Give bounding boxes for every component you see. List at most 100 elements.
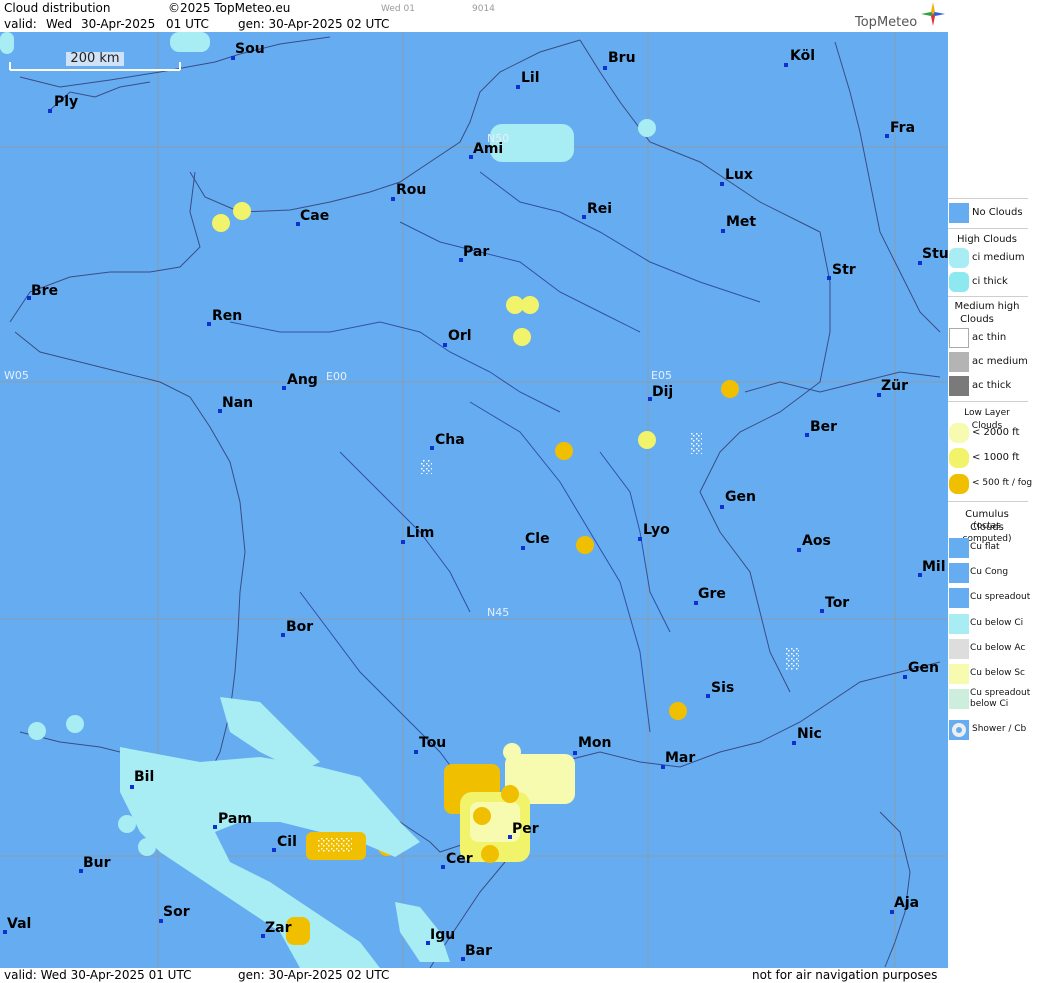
city-label: Mil [922,559,946,575]
ci-medium-swatch [949,248,969,268]
ac-medium-swatch [949,352,969,372]
legend-cu-flat: Cu flat [948,537,1028,559]
city-label: Sou [235,41,265,57]
cu-cong-swatch [949,563,969,583]
legend-label: < 1000 ft [972,452,1020,463]
brand-name: TopMeteo [855,15,918,30]
city-label: Ply [54,94,79,110]
topmeteo-logo-icon [921,2,945,26]
cu-below-sc-swatch [949,664,969,684]
city-label: Cae [300,208,330,224]
city-label: Tor [825,595,850,611]
legend-label: ac thin [972,332,1007,343]
city-label: Bar [465,943,493,959]
legend-label: < 500 ft / fog [972,478,1033,488]
city-label: Bre [31,283,59,299]
city-label: Lim [406,525,435,541]
legend-label: ac thick [972,380,1012,391]
city-label: Mar [665,750,696,766]
legend-label: ac medium [972,356,1028,367]
city-label: Zar [265,920,292,936]
coord-e00: E00 [326,370,347,383]
cloud-map: W05 E00 E05 N50 N45 200 km Sou Ply Lil B… [0,32,948,968]
city-label: Ang [287,372,318,388]
city-label: Aja [894,895,920,911]
city-label: Aos [802,533,831,549]
city-label: Nic [797,726,822,742]
legend-ci-thick: ci thick [948,271,1028,293]
map-title: Cloud distribution [4,1,111,15]
copyright: ©2025 TopMeteo.eu [168,1,291,15]
city-label: Tou [419,735,447,751]
city-label: Zür [881,378,909,394]
city-label: Lil [521,70,540,86]
no-clouds-swatch [949,203,969,223]
city-label: Sor [163,904,190,920]
legend-low-2000: < 2000 ft [948,422,1028,444]
legend-medium-title-2: Clouds [960,314,994,325]
shower-icon [952,723,966,737]
valid-time: 01 UTC [166,17,209,31]
legend-cu-below-ci: Cu below Ci [948,613,1028,635]
city-label: Rou [396,182,427,198]
city-label: Val [7,916,32,932]
legend-label: Cu below Sc [970,668,1025,678]
high-cloud-patches [0,32,656,968]
city-label: Orl [448,328,472,344]
city-label: Gen [908,660,939,676]
legend-cu-spread: Cu spreadout [948,587,1031,609]
city-label: Köl [790,48,816,64]
city-label: Gre [698,586,726,602]
ac-thin-swatch [949,328,969,348]
city-label: Cil [277,834,297,850]
legend-label: Cu Cong [970,567,1009,577]
legend-label: Cu flat [970,542,1000,552]
legend-high-title: High Clouds [957,234,1017,245]
cu-spread-swatch [949,588,969,608]
coord-e05: E05 [651,369,672,382]
valid-date: 30-Apr-2025 [81,17,156,31]
city-label: Met [726,214,757,230]
city-label: Cle [525,531,550,547]
legend-label: ci thick [972,276,1008,287]
legend-medium-title-1: Medium high [954,301,1020,312]
cu-below-ac-swatch [949,639,969,659]
legend-ac-medium: ac medium [948,351,1028,373]
city-label: Sis [711,680,735,696]
low-2000-swatch [949,423,969,443]
legend-cu-below-sc: Cu below Sc [948,663,1028,685]
map-header: Cloud distribution ©2025 TopMeteo.eu Wed… [0,0,948,32]
coord-w05: W05 [4,369,29,382]
legend-label: No Clouds [972,207,1023,218]
city-label: Cha [435,432,465,448]
city-label: Par [463,244,490,260]
cu-below-ci-swatch [949,614,969,634]
city-label: Gen [725,489,756,505]
coord-n45: N45 [487,606,510,619]
legend-cu-spread-ci: Cu spreadout below Ci [948,688,1030,714]
footer-disclaimer: not for air navigation purposes [752,968,938,982]
footer-valid: valid: Wed 30-Apr-2025 01 UTC [4,968,192,982]
city-label: Lyo [643,522,670,538]
mini-day: Wed 01 [381,4,415,14]
legend-cu-below-ac: Cu below Ac [948,638,1028,660]
legend-cu-cong: Cu Cong [948,562,1028,584]
city-label: Igu [430,927,456,943]
legend-ac-thin: ac thin [948,327,1028,349]
city-label: Fra [890,120,916,136]
legend-label: Cu below Ci [970,618,1024,628]
city-label: Stu [922,246,948,262]
ci-thick-swatch [949,272,969,292]
shower-cb-swatch [949,720,969,740]
legend-shower: Shower / Cb [948,719,1028,741]
valid-label: valid: [4,17,37,31]
legend-label: below Ci [970,699,1009,709]
city-label: Rei [587,201,613,217]
legend-label: Cu below Ac [970,643,1026,653]
legend-no-clouds: No Clouds [948,202,1028,224]
city-label: Bur [83,855,111,871]
legend-label: Cu spreadout [970,592,1031,602]
city-label: Nan [222,395,254,411]
city-label: Bor [286,619,314,635]
legend-low-1000: < 1000 ft [948,447,1028,469]
